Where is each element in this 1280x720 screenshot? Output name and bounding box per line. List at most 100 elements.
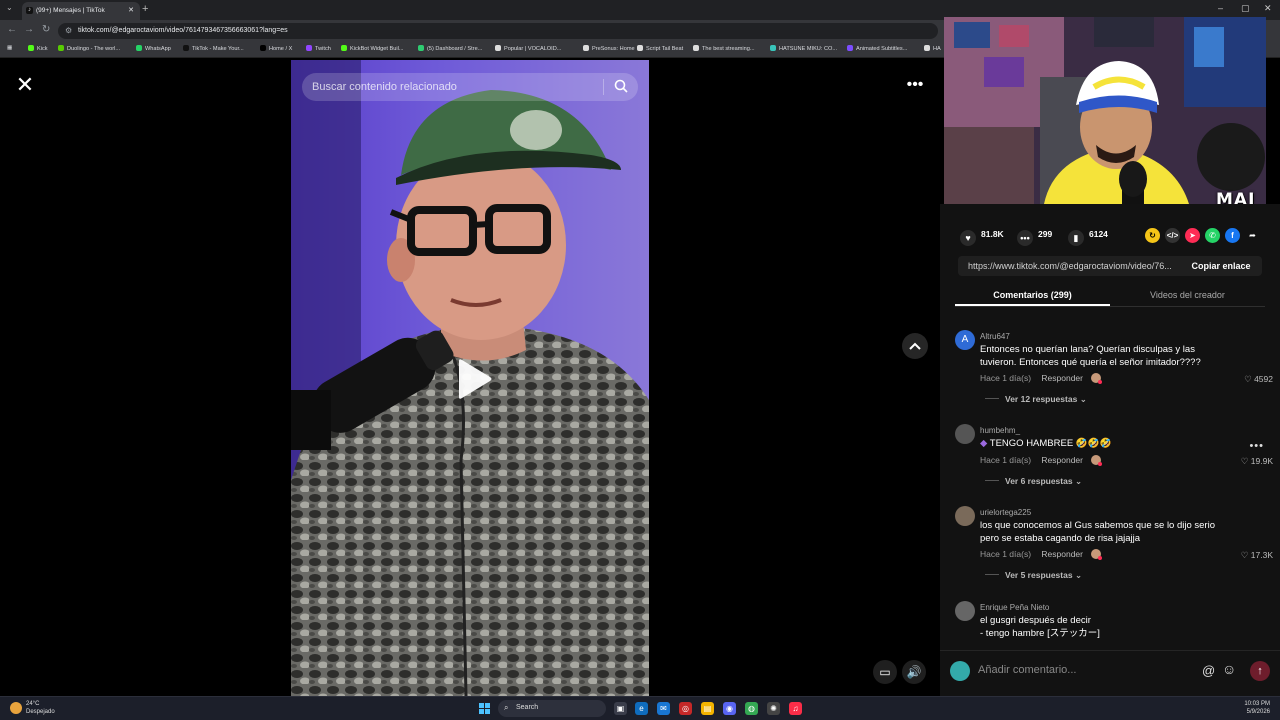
creator-liked-icon <box>1091 549 1103 560</box>
bookmark-favicon-icon <box>28 45 34 51</box>
repost-icon[interactable]: ↻ <box>1145 228 1160 243</box>
video-link-text: https://www.tiktok.com/@edgaroctaviom/vi… <box>968 261 1172 271</box>
reply-button[interactable]: Responder <box>1041 455 1083 465</box>
comment-button[interactable]: ••• 299 <box>1017 229 1052 246</box>
more-options-icon[interactable]: ••• <box>902 73 928 99</box>
bookmark-item[interactable]: PreSonus: Home <box>583 45 635 52</box>
discord-icon[interactable]: ◉ <box>723 702 736 715</box>
webcam-feed <box>944 17 1266 204</box>
comment-meta: Hace 1 día(s) Responder <box>980 549 1103 560</box>
minimize-icon[interactable]: – <box>1218 3 1223 13</box>
avatar[interactable]: A <box>955 330 975 350</box>
comment-username[interactable]: Altru647 <box>980 332 1010 341</box>
current-user-avatar[interactable] <box>950 661 970 681</box>
new-tab-icon[interactable]: + <box>142 3 148 15</box>
save-button[interactable]: ▮ 6124 <box>1068 229 1108 246</box>
outlook-icon[interactable]: ✉ <box>657 702 670 715</box>
chevron-down-icon: ⌄ <box>1074 570 1083 580</box>
bookmark-item[interactable]: Duolingo - The worl... <box>58 45 120 52</box>
embed-icon[interactable]: </> <box>1165 228 1180 243</box>
previous-video-button[interactable] <box>902 333 928 359</box>
chrome-icon[interactable]: ◍ <box>745 702 758 715</box>
file-explorer-icon[interactable]: ▤ <box>701 702 714 715</box>
url-field[interactable]: ⚙ tiktok.com/@edgaroctaviom/video/761479… <box>58 23 938 39</box>
like-count: 81.8K <box>981 229 1004 239</box>
facebook-icon[interactable]: f <box>1225 228 1240 243</box>
site-info-icon[interactable]: ⚙ <box>65 26 72 35</box>
comment-username[interactable]: urielortega225 <box>980 508 1031 517</box>
avatar[interactable] <box>955 601 975 621</box>
bookmark-item[interactable]: The best streaming... <box>693 45 755 52</box>
volume-icon[interactable]: 🔊 <box>902 660 926 684</box>
bookmark-item[interactable]: WhatsApp <box>136 45 171 52</box>
bookmark-item[interactable]: Script Tail Beat <box>637 45 683 52</box>
related-content-search[interactable]: Buscar contenido relacionado <box>302 73 638 101</box>
taskbar-search[interactable]: ⌕ Search <box>498 700 606 717</box>
music-icon[interactable]: ♫ <box>789 702 802 715</box>
tab-comments[interactable]: Comentarios (299) <box>955 286 1110 306</box>
bookmark-item[interactable]: Twitch <box>306 45 331 52</box>
bookmark-label: Kick <box>37 46 48 52</box>
streamer-webcam <box>944 17 1266 204</box>
view-replies-button[interactable]: Ver 6 respuestas ⌄ <box>985 476 1082 487</box>
comment-bubble-icon: ••• <box>1017 230 1033 246</box>
windows-start-icon[interactable] <box>479 703 491 715</box>
close-window-icon[interactable]: ✕ <box>1264 3 1272 14</box>
comment-username[interactable]: humbehm_ <box>980 426 1020 435</box>
bookmark-item[interactable]: HATSUNE MIKU: CO... <box>770 45 837 52</box>
comment-like-button[interactable]: ♡ 17.3K <box>1241 550 1273 561</box>
forward-icon[interactable]: → <box>24 24 34 35</box>
send-comment-button[interactable]: ↑ <box>1250 661 1270 681</box>
heart-icon: ♥ <box>960 230 976 246</box>
view-replies-button[interactable]: Ver 12 respuestas ⌄ <box>985 394 1087 405</box>
edge-icon[interactable]: e <box>635 702 648 715</box>
app-icon[interactable]: ◎ <box>679 702 692 715</box>
task-view-icon[interactable]: ▣ <box>614 702 627 715</box>
send-to-friends-icon[interactable]: ➤ <box>1185 228 1200 243</box>
close-video-button[interactable]: ✕ <box>14 74 36 96</box>
like-button[interactable]: ♥ 81.8K <box>960 229 1004 246</box>
share-arrow-icon[interactable]: ➦ <box>1245 228 1260 243</box>
bookmark-item[interactable]: Popular | VOCALOID... <box>495 45 561 52</box>
tab-search-icon[interactable]: ⌄ <box>6 3 13 12</box>
bookmark-item[interactable]: Home / X <box>260 45 292 52</box>
whatsapp-icon[interactable]: ✆ <box>1205 228 1220 243</box>
close-tab-icon[interactable]: ✕ <box>128 6 134 14</box>
chatgpt-icon[interactable]: ✺ <box>767 702 780 715</box>
floating-player-icon[interactable]: ▭ <box>873 660 897 684</box>
comment-like-button[interactable]: ♡ 19.9K <box>1241 456 1273 467</box>
bookmark-item[interactable]: (5) Dashboard / Stre... <box>418 45 482 52</box>
play-icon[interactable] <box>455 358 493 405</box>
reply-button[interactable]: Responder <box>1041 373 1083 383</box>
view-replies-button[interactable]: Ver 5 respuestas ⌄ <box>985 570 1082 581</box>
tab-creator-videos[interactable]: Videos del creador <box>1110 286 1265 306</box>
bookmark-favicon-icon <box>847 45 853 51</box>
reply-button[interactable]: Responder <box>1041 549 1083 559</box>
avatar[interactable] <box>955 506 975 526</box>
emoji-icon[interactable]: ☺ <box>1222 661 1236 677</box>
comment-time: Hace 1 día(s) <box>980 455 1032 465</box>
bookmark-item[interactable]: Kick <box>28 45 48 52</box>
bookmark-item[interactable]: TikTok - Make Your... <box>183 45 244 52</box>
comment-username[interactable]: Enrique Peña Nieto <box>980 603 1049 612</box>
bookmark-item[interactable]: HA <box>924 45 941 52</box>
copy-link-button[interactable]: Copiar enlace <box>1182 256 1260 276</box>
comment-like-button[interactable]: ♡ 4592 <box>1244 374 1273 385</box>
avatar[interactable] <box>955 424 975 444</box>
system-clock[interactable]: 10:03 PM 5/9/2026 <box>1244 700 1270 716</box>
search-icon[interactable] <box>614 79 628 96</box>
apps-icon[interactable]: ▦ <box>7 45 12 51</box>
maximize-icon[interactable]: ▢ <box>1241 3 1250 14</box>
bookmark-item[interactable]: Animated Subtitles... <box>847 45 907 52</box>
bookmark-item[interactable]: KickBot Widget Buil... <box>341 45 403 52</box>
browser-tab[interactable]: ♪ (99+) Mensajes | TikTok ✕ <box>22 2 140 20</box>
reload-icon[interactable]: ↻ <box>42 24 50 35</box>
comment-more-icon[interactable]: ••• <box>1249 440 1264 452</box>
browser-tab-title: (99+) Mensajes | TikTok <box>36 7 105 14</box>
add-comment-input[interactable]: Añadir comentario... <box>978 659 1208 683</box>
back-icon[interactable]: ← <box>7 24 17 35</box>
comment-text: ◆ TENGO HAMBREE 🤣🤣🤣 <box>980 438 1230 451</box>
comment-item: urielortega225 los que conocemos al Gus … <box>940 496 1280 596</box>
mention-icon[interactable]: @ <box>1202 663 1215 678</box>
search-placeholder: Buscar contenido relacionado <box>312 81 457 93</box>
